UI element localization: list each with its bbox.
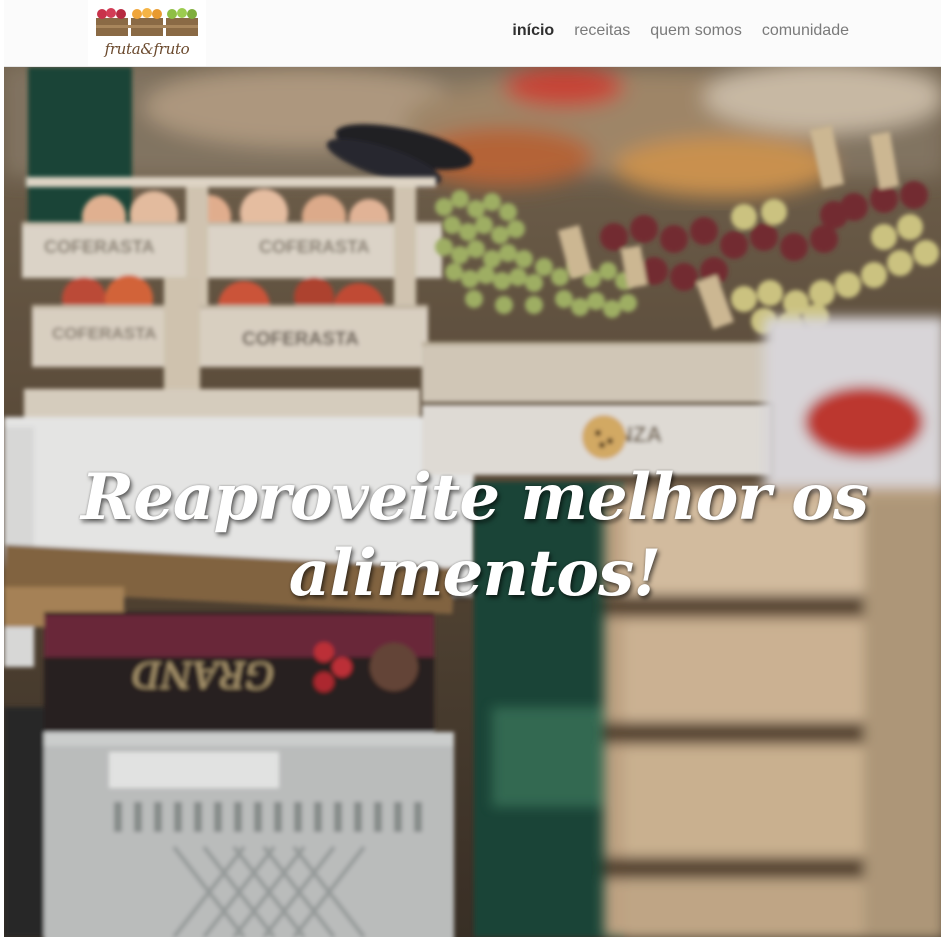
logo-text: fruta&fruto	[104, 40, 190, 58]
nav-link-comunidade[interactable]: comunidade	[762, 21, 849, 41]
site-header: fruta&fruto início receitas quem somos c…	[4, 0, 941, 67]
hero-section: COFERASTA COFERASTA COFERASTA COFERASTA	[4, 67, 941, 937]
hero-headline: Reaproveite melhor os alimentos!	[81, 459, 869, 611]
main-nav: início receitas quem somos comunidade	[512, 21, 849, 41]
page: fruta&fruto início receitas quem somos c…	[0, 0, 941, 937]
logo[interactable]: fruta&fruto	[88, 0, 206, 66]
fruit-crates-icon	[96, 8, 198, 36]
nav-link-quem-somos[interactable]: quem somos	[650, 21, 742, 41]
nav-link-receitas[interactable]: receitas	[574, 21, 630, 41]
nav-link-inicio[interactable]: início	[512, 21, 554, 41]
